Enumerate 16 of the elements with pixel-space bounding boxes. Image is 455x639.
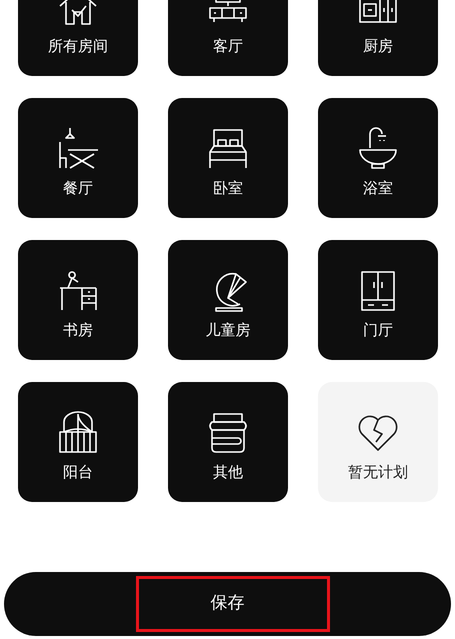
bedding-icon <box>206 410 250 456</box>
room-tile[interactable]: 浴室 <box>318 98 438 218</box>
room-tile[interactable]: 所有房间 <box>18 0 138 76</box>
room-tile[interactable]: 厨房 <box>318 0 438 76</box>
room-tile[interactable]: 其他 <box>168 382 288 502</box>
room-tile[interactable]: 儿童房 <box>168 240 288 360</box>
room-tile[interactable]: 暂无计划 <box>318 382 438 502</box>
balcony-icon <box>56 410 100 456</box>
save-button[interactable]: 保存 <box>4 572 451 636</box>
room-tile[interactable]: 门厅 <box>318 240 438 360</box>
bath-icon <box>356 126 400 172</box>
room-tile[interactable]: 阳台 <box>18 382 138 502</box>
room-tile[interactable]: 客厅 <box>168 0 288 76</box>
room-tile[interactable]: 书房 <box>18 240 138 360</box>
room-tile[interactable]: 餐厅 <box>18 98 138 218</box>
room-tile[interactable]: 卧室 <box>168 98 288 218</box>
